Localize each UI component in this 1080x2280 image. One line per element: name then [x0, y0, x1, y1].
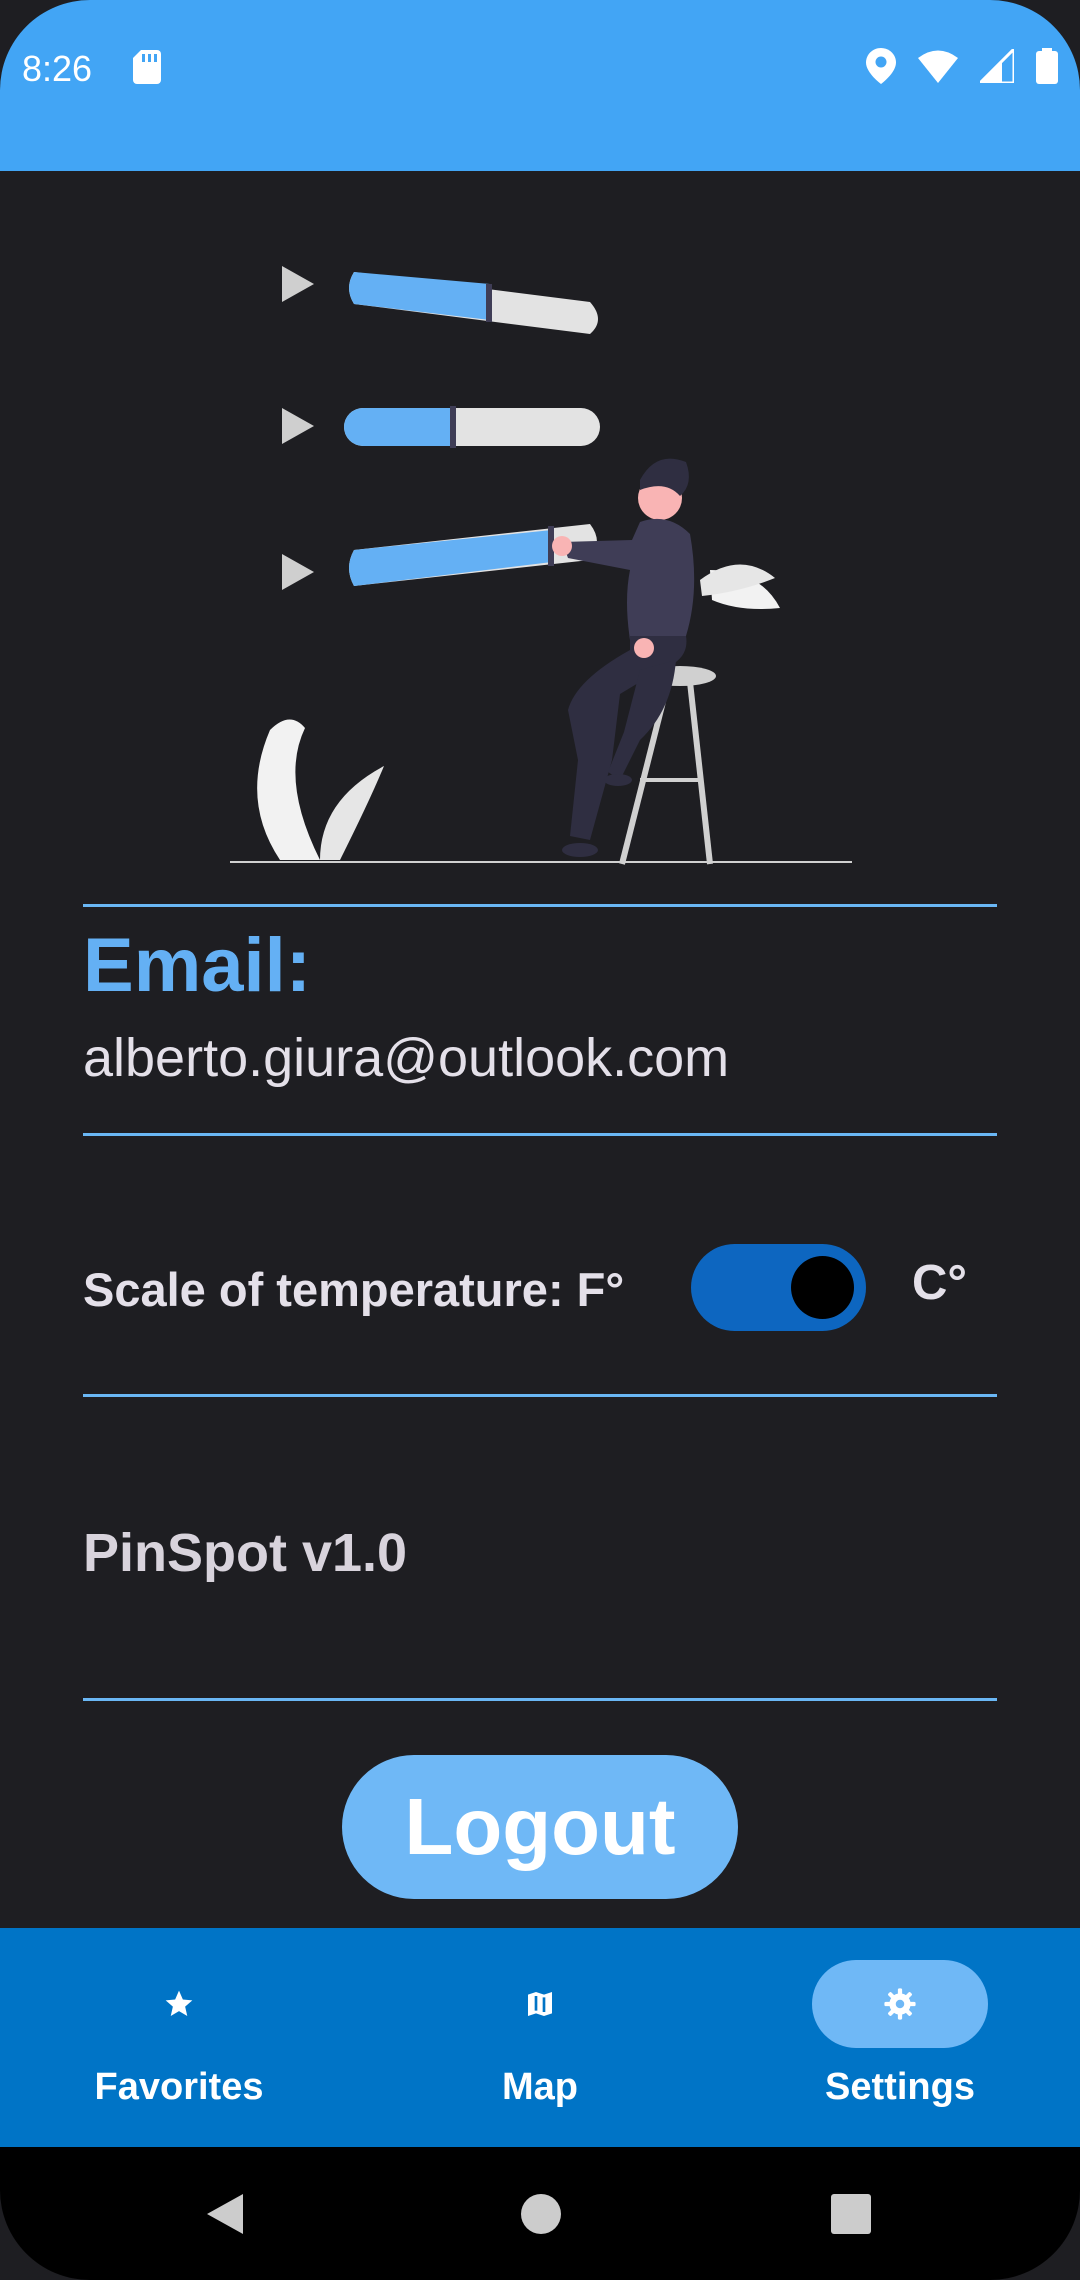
- sd-card-icon: [133, 50, 161, 84]
- logout-button[interactable]: Logout: [342, 1755, 738, 1899]
- app-screen: 8:26 Email: alberto.giura@outlook.com Sc…: [0, 0, 1080, 2280]
- settings-illustration: [230, 266, 852, 865]
- recents-square-icon: [831, 2193, 871, 2234]
- status-icons: [866, 48, 1058, 84]
- gear-icon: [884, 1988, 916, 2020]
- divider: [83, 1394, 997, 1397]
- celsius-label: C°: [912, 1256, 967, 1310]
- star-icon: [165, 1990, 193, 2016]
- nav-item-map[interactable]: Map: [390, 1928, 690, 2147]
- status-time: 8:26: [22, 48, 93, 89]
- status-bar: 8:26: [0, 0, 1080, 171]
- divider: [83, 1698, 997, 1701]
- signal-icon: [980, 49, 1014, 83]
- toggle-knob: [791, 1256, 854, 1319]
- app-version: PinSpot v1.0: [83, 1523, 408, 1583]
- nav-label-settings: Settings: [825, 2066, 975, 2108]
- back-triangle-icon: [207, 2193, 243, 2234]
- bottom-navigation: Favorites Map Settings: [0, 1928, 1080, 2147]
- email-value: alberto.giura@outlook.com: [83, 1028, 730, 1088]
- nav-icon-container: [452, 1960, 628, 2048]
- battery-icon: [1036, 48, 1058, 84]
- nav-item-settings[interactable]: Settings: [750, 1928, 1050, 2147]
- nav-label-favorites: Favorites: [94, 2066, 264, 2108]
- nav-label-map: Map: [502, 2066, 578, 2108]
- nav-icon-container-active: [812, 1960, 988, 2048]
- temperature-scale-label: Scale of temperature: F°: [83, 1263, 625, 1316]
- divider: [83, 1133, 997, 1136]
- nav-icon-container: [91, 1960, 267, 2048]
- map-icon: [528, 1992, 552, 2016]
- home-circle-icon: [521, 2193, 561, 2234]
- recents-button[interactable]: [826, 2147, 876, 2280]
- wifi-icon: [918, 50, 958, 83]
- temperature-scale-toggle[interactable]: [691, 1244, 866, 1331]
- email-label: Email:: [83, 923, 312, 1008]
- location-icon: [866, 48, 896, 84]
- nav-item-favorites[interactable]: Favorites: [29, 1928, 329, 2147]
- system-navigation-bar: [0, 2147, 1080, 2280]
- back-button[interactable]: [200, 2147, 250, 2280]
- home-button[interactable]: [516, 2147, 566, 2280]
- divider: [83, 904, 997, 907]
